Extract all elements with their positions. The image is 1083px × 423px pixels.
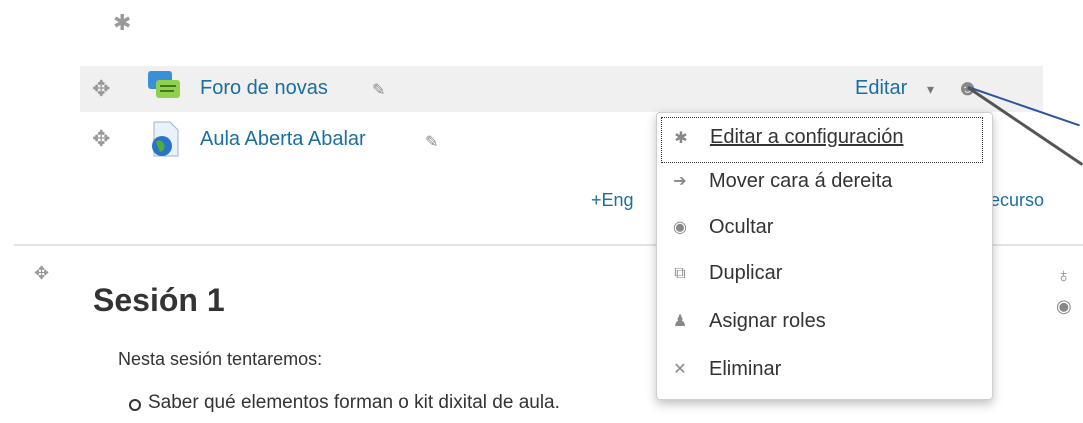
eye-icon: ◉ [673,219,687,236]
activity-link[interactable]: Aula Aberta Abalar [200,128,366,151]
add-activity-link-right[interactable]: ecurso [990,190,1044,211]
menu-item-label: Editar a configuración [710,126,904,148]
move-icon[interactable]: ✥ [92,128,110,150]
activity-link[interactable]: Foro de novas [200,77,328,100]
edit-title-icon[interactable]: ✎ [372,80,385,100]
menu-item-eliminar[interactable]: ✕ Eliminar [657,349,992,393]
activity-row-foro: ✥ Foro de novas ✎ Editar ▾ ☻ [80,66,1043,112]
forum-icon [146,68,184,106]
bullet-icon [129,399,141,411]
menu-item-label: Asignar roles [709,310,826,332]
add-activity-link-left[interactable]: +Eng [591,190,634,211]
eye-icon[interactable]: ◉ [1056,296,1072,317]
url-icon [148,120,182,158]
assign-roles-icon: ♟ [672,313,688,330]
menu-item-mover-dereita[interactable]: ➔ Mover cara á dereita [657,161,992,205]
menu-item-duplicar[interactable]: ⧉ Duplicar [657,253,992,297]
duplicate-icon: ⧉ [674,265,686,282]
lightbulb-icon[interactable]: ♁ [1056,265,1071,288]
add-activity-text: Eng [601,190,634,210]
menu-item-label: Duplicar [709,262,783,284]
editar-button[interactable]: Editar [855,77,907,100]
move-icon[interactable]: ✥ [92,78,110,100]
edit-title-icon[interactable]: ✎ [425,132,438,152]
arrow-right-icon: ➔ [673,173,687,190]
menu-item-label: Ocultar [709,216,774,238]
gear-icon: ✱ [674,130,688,147]
menu-item-ocultar[interactable]: ◉ Ocultar [657,207,992,251]
plus-icon: + [591,190,602,210]
menu-item-editar-configuracion[interactable]: ✱ Editar a configuración [661,117,983,163]
section-title: Sesión 1 [93,282,225,318]
edit-menu: ✱ Editar a configuración ➔ Mover cara á … [656,112,993,400]
move-icon[interactable]: ✥ [34,262,49,284]
list-item: Saber qué elementos forman o kit dixital… [148,392,560,413]
menu-item-label: Eliminar [709,358,782,380]
menu-item-asignar-roles[interactable]: ♟ Asignar roles [657,301,992,345]
gear-icon[interactable]: ✱ [113,12,135,34]
menu-item-label: Mover cara á dereita [709,170,893,192]
section-summary: Nesta sesión tentaremos: [118,349,323,369]
chevron-down-icon[interactable]: ▾ [927,81,934,98]
close-icon: ✕ [673,361,687,378]
